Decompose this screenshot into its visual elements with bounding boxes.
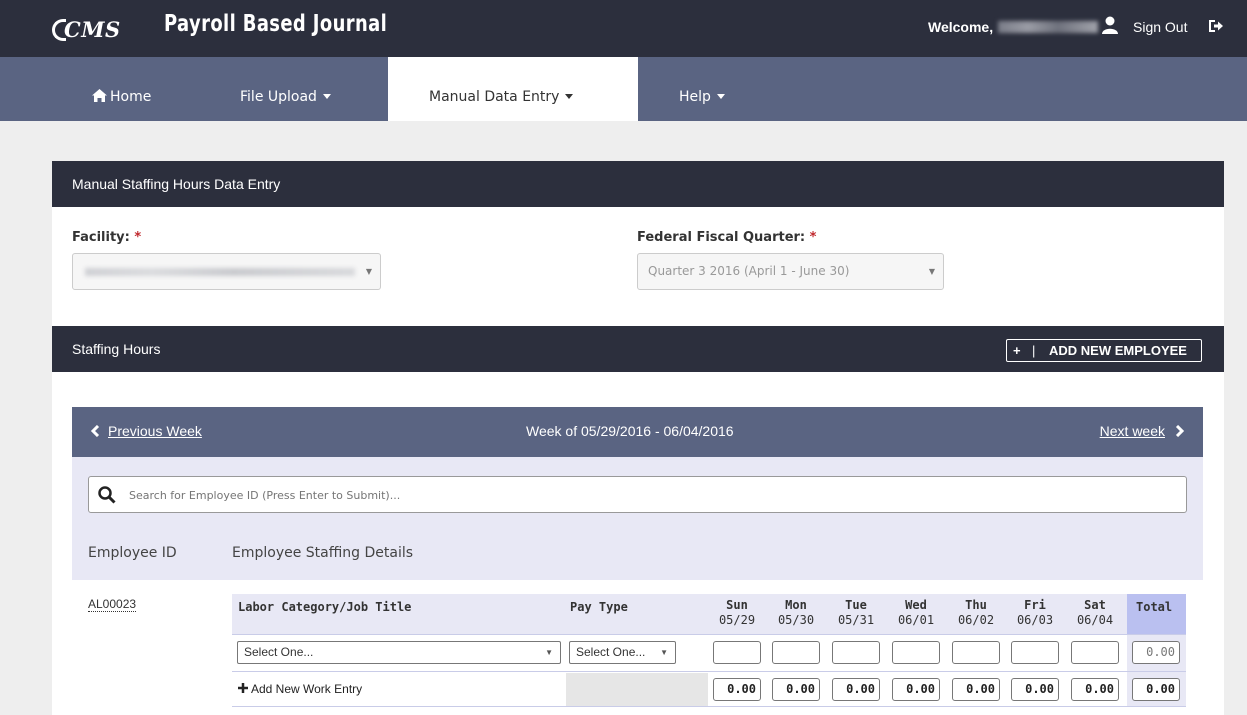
sign-out-link[interactable]: Sign Out: [1133, 19, 1187, 35]
nav-help[interactable]: Help: [679, 57, 725, 121]
quarter-select[interactable]: Quarter 3 2016 (April 1 - June 30) ▼: [637, 253, 944, 290]
separator: |: [1032, 343, 1036, 358]
week-navigation: Previous Week Week of 05/29/2016 - 06/04…: [72, 407, 1203, 457]
facility-select[interactable]: ▼: [72, 253, 381, 290]
previous-week-link[interactable]: Previous Week: [90, 423, 202, 439]
nav-file-upload-label: File Upload: [240, 89, 317, 105]
nav-file-upload[interactable]: File Upload: [240, 57, 331, 121]
facility-value-redacted: [85, 268, 355, 276]
search-input[interactable]: [129, 485, 1169, 505]
day-total-tue: 0.00: [832, 678, 880, 701]
add-new-work-entry-link[interactable]: Add New Work Entry: [238, 682, 362, 696]
day-header-sat: Sat 06/04: [1076, 598, 1114, 627]
day-header-mon: Mon 05/30: [777, 598, 815, 627]
nav-home[interactable]: Home: [92, 57, 151, 121]
quarter-select-value: Quarter 3 2016 (April 1 - June 30): [648, 264, 850, 278]
app-title: Payroll Based Journal: [164, 11, 388, 37]
required-mark: *: [809, 230, 817, 245]
next-week-label: Next week: [1099, 423, 1165, 439]
empty-cell: [566, 673, 708, 706]
day-header-thu: Thu 06/02: [957, 598, 995, 627]
search-icon: [98, 486, 116, 504]
quarter-label: Federal Fiscal Quarter: *: [637, 230, 817, 245]
pay-type-header: Pay Type: [570, 600, 628, 614]
dropdown-arrow-icon: ▼: [660, 648, 668, 657]
required-mark: *: [134, 230, 142, 245]
add-new-work-entry-label: Add New Work Entry: [251, 682, 363, 696]
nav-help-label: Help: [679, 89, 711, 105]
top-bar: CMS Payroll Based Journal Welcome, Sign …: [0, 0, 1247, 57]
nav-manual-data-entry[interactable]: Manual Data Entry: [388, 57, 638, 121]
dropdown-arrow-icon: ▼: [365, 267, 372, 276]
dropdown-arrow-icon: ▼: [928, 267, 935, 276]
labor-category-header: Labor Category/Job Title: [238, 600, 412, 614]
day-header-sun: Sun 05/29: [718, 598, 756, 627]
dropdown-arrow-icon: ▼: [545, 648, 553, 657]
previous-week-label: Previous Week: [108, 423, 202, 439]
row-total-field: 0.00: [1132, 641, 1180, 664]
nav-manual-label: Manual Data Entry: [429, 89, 560, 105]
user-icon[interactable]: [1102, 16, 1118, 34]
day-total-sun: 0.00: [713, 678, 761, 701]
sign-out-icon[interactable]: [1207, 18, 1223, 34]
day-total-thu: 0.00: [952, 678, 1000, 701]
day-total-mon: 0.00: [772, 678, 820, 701]
day-header-fri: Fri 06/03: [1016, 598, 1054, 627]
row-divider: [232, 706, 1186, 707]
day-header-tue: Tue 05/31: [837, 598, 875, 627]
row-divider: [232, 671, 1186, 672]
chevron-right-icon: [1175, 424, 1185, 438]
total-header: Total: [1136, 600, 1173, 614]
user-name-redacted: [998, 21, 1098, 33]
staffing-details-header: Employee Staffing Details: [232, 545, 414, 561]
entry-panel-title: Manual Staffing Hours Data Entry: [52, 161, 1224, 207]
employee-id-link[interactable]: AL00023: [88, 597, 137, 612]
chevron-left-icon: [90, 424, 100, 438]
caret-down-icon: [565, 94, 574, 99]
caret-down-icon: [716, 94, 725, 99]
row-divider: [232, 634, 1186, 635]
plus-icon: [238, 683, 248, 693]
hours-input-fri[interactable]: [1011, 641, 1059, 664]
employee-search[interactable]: [88, 476, 1187, 513]
hours-input-wed[interactable]: [892, 641, 940, 664]
labor-category-select[interactable]: Select One... ▼: [237, 641, 561, 664]
cms-logo: CMS: [52, 17, 121, 42]
home-icon: [92, 89, 107, 102]
hours-input-thu[interactable]: [952, 641, 1000, 664]
employee-id-header: Employee ID: [88, 545, 177, 561]
hours-input-sat[interactable]: [1071, 641, 1119, 664]
day-total-sat: 0.00: [1071, 678, 1119, 701]
hours-input-sun[interactable]: [713, 641, 761, 664]
week-title: Week of 05/29/2016 - 06/04/2016: [526, 423, 734, 439]
hours-input-mon[interactable]: [772, 641, 820, 664]
next-week-link[interactable]: Next week: [1100, 423, 1185, 439]
caret-down-icon: [322, 94, 331, 99]
add-new-employee-label: ADD NEW EMPLOYEE: [1049, 343, 1187, 358]
grand-total: 0.00: [1132, 678, 1180, 701]
plus-icon: +: [1013, 343, 1021, 358]
day-total-wed: 0.00: [892, 678, 940, 701]
day-total-fri: 0.00: [1011, 678, 1059, 701]
pay-type-select[interactable]: Select One... ▼: [569, 641, 676, 664]
main-nav: Home File Upload Manual Data Entry Help: [0, 57, 1247, 121]
labor-category-value: Select One...: [244, 645, 314, 659]
facility-label: Facility: *: [72, 230, 142, 245]
hours-input-tue[interactable]: [832, 641, 880, 664]
add-new-employee-button[interactable]: + | ADD NEW EMPLOYEE: [1006, 339, 1202, 362]
pay-type-value: Select One...: [576, 645, 646, 659]
nav-home-label: Home: [110, 89, 152, 105]
welcome-label: Welcome,: [928, 19, 994, 35]
day-header-wed: Wed 06/01: [897, 598, 935, 627]
